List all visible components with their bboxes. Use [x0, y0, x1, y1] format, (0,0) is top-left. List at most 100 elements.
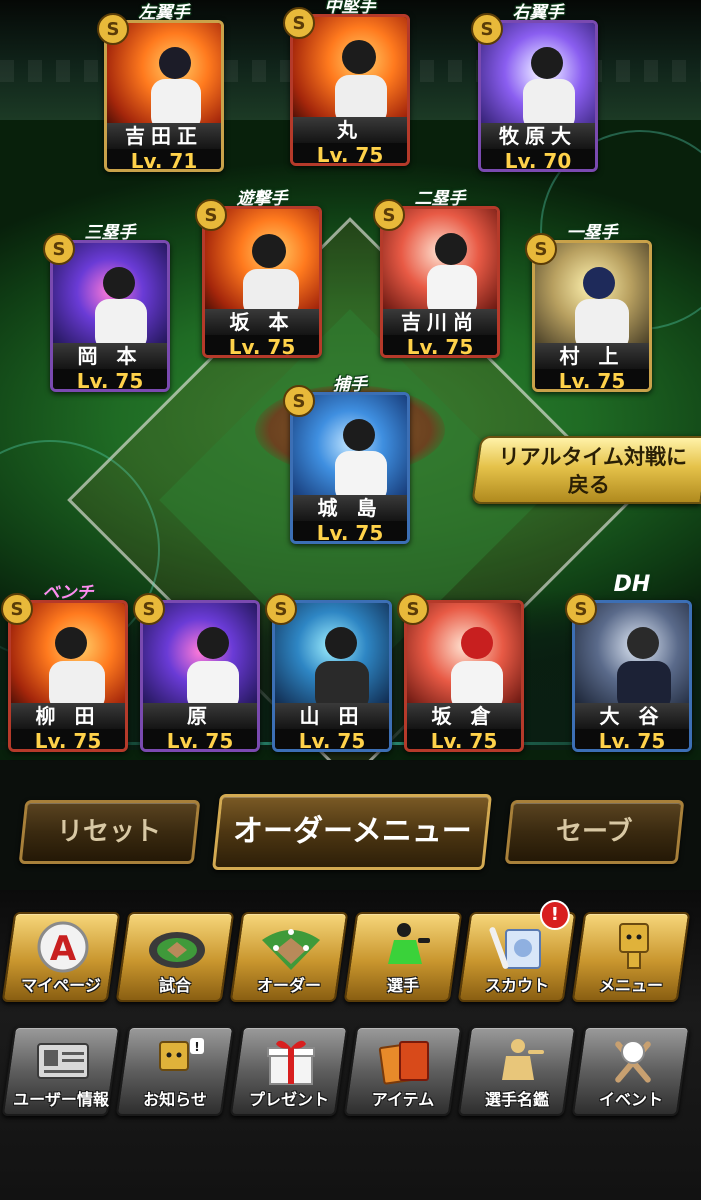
- sub-menu-row: ユーザー情報 ! お知らせ プレゼント アイテム 選手名鑑 イベント: [0, 1026, 701, 1122]
- bench-slot-3[interactable]: 山 田 Lv. 75 S: [265, 593, 392, 752]
- player-silhouette-icon: [451, 627, 503, 711]
- menu-notices-button[interactable]: ! お知らせ: [115, 1026, 235, 1116]
- player-silhouette-icon: [315, 627, 369, 711]
- scout-bat-icon: [488, 920, 550, 974]
- user-info-card-icon: [32, 1034, 94, 1088]
- menu-label: アイテム: [371, 1090, 435, 1109]
- menu-player-directory-button[interactable]: 選手名鑑: [457, 1026, 577, 1116]
- svg-text:S: S: [293, 13, 306, 34]
- stadium-icon: [146, 920, 208, 974]
- player-name: 原: [143, 703, 257, 729]
- return-to-realtime-battle-button[interactable]: リアルタイム対戦に 戻る: [471, 436, 701, 504]
- lineup-slot-third-base[interactable]: 三塁手 岡 本 Lv. 75 S: [43, 223, 170, 392]
- svg-text:A: A: [50, 929, 77, 969]
- player-silhouette-icon: [335, 40, 387, 125]
- order-menu-button[interactable]: オーダーメニュー: [212, 794, 492, 870]
- lineup-slot-second-base[interactable]: 二塁手 吉川尚 Lv. 75 S: [373, 189, 500, 358]
- svg-text:S: S: [407, 599, 420, 620]
- order-menu-label: オーダーメニュー: [232, 814, 472, 849]
- player-level: Lv. 75: [535, 369, 649, 389]
- menu-match-button[interactable]: 試合: [115, 912, 235, 1002]
- player-level: Lv. 70: [481, 149, 595, 169]
- player-name: 大 谷: [575, 703, 689, 729]
- rank-s-badge-icon: S: [282, 6, 316, 44]
- lineup-slot-first-base[interactable]: 一塁手 村 上 Lv. 75 S: [525, 223, 652, 392]
- menu-label: オーダー: [256, 976, 321, 995]
- realtime-button-line2: 戻る: [567, 473, 610, 497]
- player-name: 吉田正: [107, 123, 221, 149]
- player-level: Lv. 75: [275, 729, 389, 749]
- menu-label: マイページ: [21, 976, 101, 995]
- menu-my-page-button[interactable]: A マイページ: [1, 912, 121, 1002]
- menu-present-button[interactable]: プレゼント: [229, 1026, 349, 1116]
- rank-s-badge-icon: S: [396, 592, 430, 630]
- player-directory-icon: [488, 1034, 550, 1088]
- player-silhouette-icon: [335, 419, 387, 503]
- menu-label: 試合: [158, 976, 191, 995]
- rank-s-badge-icon: S: [470, 12, 504, 50]
- player-silhouette-icon: [187, 627, 239, 711]
- player-name: 岡 本: [53, 343, 167, 369]
- svg-text:S: S: [481, 19, 494, 40]
- player-name: 城 島: [293, 495, 407, 521]
- field-order-icon: [260, 920, 322, 974]
- lineup-slot-dh[interactable]: DH 大 谷 Lv. 75 S: [565, 572, 692, 752]
- player-silhouette-icon: [523, 47, 575, 131]
- crossed-bats-ball-icon: [602, 1034, 664, 1088]
- rank-s-badge-icon: S: [564, 592, 598, 630]
- menu-menu-button[interactable]: メニュー: [571, 912, 691, 1002]
- svg-text:S: S: [11, 599, 24, 620]
- svg-text:S: S: [383, 205, 396, 226]
- lineup-slot-left-field[interactable]: 左翼手 吉田正 Lv. 71 S: [97, 3, 224, 172]
- my-page-a-icon: A: [32, 920, 94, 974]
- player-silhouette-icon: [95, 267, 147, 351]
- lineup-slot-shortstop[interactable]: 遊撃手 坂 本 Lv. 75 S: [195, 189, 322, 358]
- item-book-icon: [374, 1034, 436, 1088]
- player-name: 吉川尚: [383, 309, 497, 335]
- menu-label: メニュー: [598, 976, 663, 995]
- bench-slot-1[interactable]: ベンチ 柳 田 Lv. 75 S: [1, 583, 128, 752]
- rank-s-badge-icon: S: [282, 384, 316, 422]
- bench-slot-2[interactable]: 原 Lv. 75 S: [133, 593, 260, 752]
- main-menu-row: A マイページ 試合 オーダー 選手 ! スカウト メニュー: [0, 900, 701, 1008]
- notice-mascot-icon: !: [146, 1034, 208, 1088]
- order-controls: リセット オーダーメニュー セーブ: [0, 790, 701, 880]
- menu-label: 選手: [386, 976, 419, 995]
- player-silhouette-icon: [575, 267, 629, 351]
- save-button[interactable]: セーブ: [504, 800, 685, 864]
- lineup-slot-catcher[interactable]: 捕手 城 島 Lv. 75 S: [283, 375, 410, 544]
- rank-s-badge-icon: S: [132, 592, 166, 630]
- svg-text:S: S: [575, 599, 588, 620]
- player-name: 坂 本: [205, 309, 319, 335]
- menu-user-info-button[interactable]: ユーザー情報: [1, 1026, 121, 1116]
- menu-scout-button[interactable]: ! スカウト: [457, 900, 577, 1002]
- rank-s-badge-icon: S: [194, 198, 228, 236]
- menu-order-button[interactable]: オーダー: [229, 912, 349, 1002]
- player-level: Lv. 71: [107, 149, 221, 169]
- player-level: Lv. 75: [293, 143, 407, 163]
- menu-items-button[interactable]: アイテム: [343, 1026, 463, 1116]
- svg-text:S: S: [143, 599, 156, 620]
- player-level: Lv. 75: [575, 729, 689, 749]
- save-label: セーブ: [556, 817, 633, 847]
- bottom-menu-area: A マイページ 試合 オーダー 選手 ! スカウト メニュー ユーザー情報 ! …: [0, 890, 701, 1200]
- lineup-slot-right-field[interactable]: 右翼手 牧原大 Lv. 70 S: [471, 3, 598, 172]
- bench-slot-4[interactable]: 坂 倉 Lv. 75 S: [397, 593, 524, 752]
- reset-button[interactable]: リセット: [18, 800, 201, 864]
- menu-players-button[interactable]: 選手: [343, 912, 463, 1002]
- notification-badge: !: [539, 900, 570, 930]
- player-name: 牧原大: [481, 123, 595, 149]
- svg-text:S: S: [275, 599, 288, 620]
- svg-text:!: !: [194, 1040, 199, 1054]
- player-name: 村 上: [535, 343, 649, 369]
- lineup-slot-center-field[interactable]: 中堅手 丸 Lv. 75 S: [283, 0, 410, 166]
- rank-s-badge-icon: S: [372, 198, 406, 236]
- menu-label: ユーザー情報: [13, 1090, 109, 1109]
- menu-label: お知らせ: [143, 1090, 207, 1109]
- menu-label: 選手名鑑: [484, 1090, 549, 1109]
- svg-text:S: S: [205, 205, 218, 226]
- menu-event-button[interactable]: イベント: [571, 1026, 691, 1116]
- gift-box-icon: [260, 1034, 322, 1088]
- player-name: 柳 田: [11, 703, 125, 729]
- player-level: Lv. 75: [11, 729, 125, 749]
